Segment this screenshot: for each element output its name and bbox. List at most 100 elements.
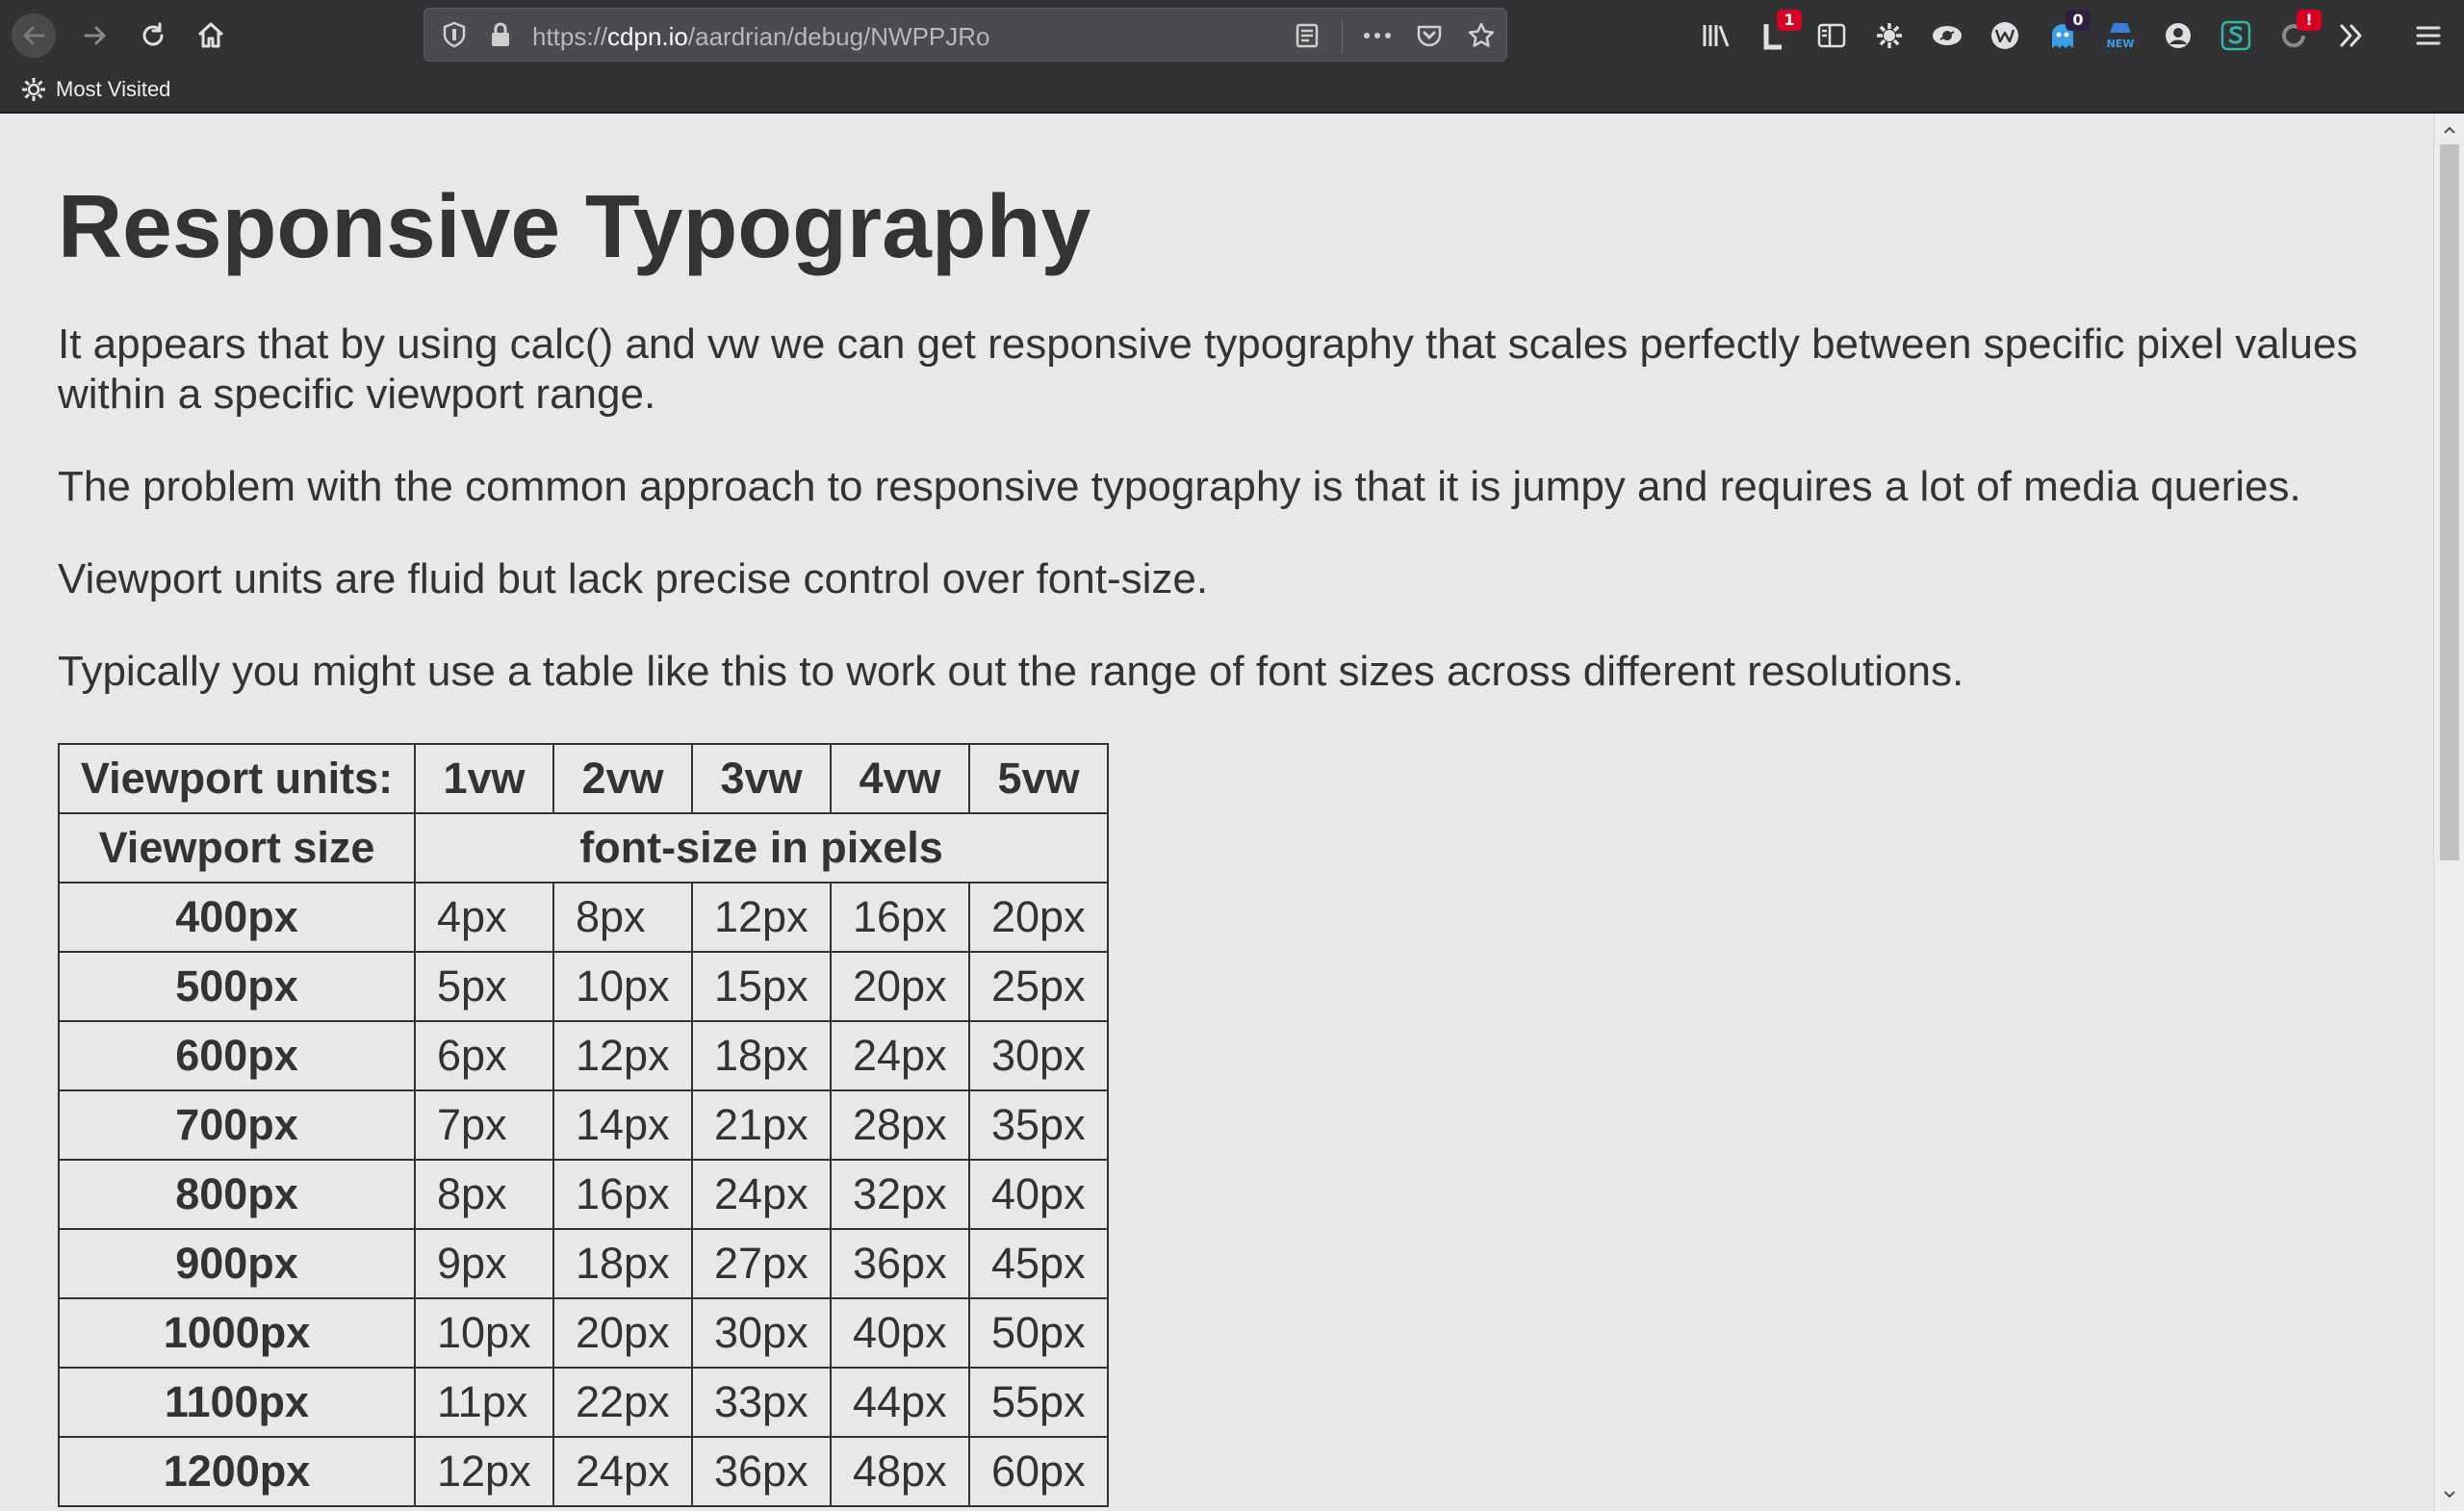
- page-viewport: Responsive Typography It appears that by…: [0, 114, 2433, 1511]
- viewport-size-cell: 1000px: [58, 1297, 416, 1369]
- url-text[interactable]: https://cdpn.io/aardrian/debug/NWPPJRo: [532, 22, 990, 52]
- viewport-size-cell: 900px: [58, 1228, 416, 1299]
- reload-button[interactable]: [131, 13, 175, 58]
- pocket-icon: [1417, 25, 1442, 47]
- eye-extension-icon[interactable]: [1925, 13, 1969, 58]
- settings-extension-icon[interactable]: [1867, 13, 1912, 58]
- font-size-cell: 40px: [968, 1159, 1109, 1230]
- lock-icon[interactable]: [484, 18, 517, 51]
- address-bar[interactable]: https://cdpn.io/aardrian/debug/NWPPJRo: [424, 8, 1507, 62]
- viewport-size-cell: 500px: [58, 951, 416, 1022]
- scrollbar-thumb[interactable]: [2440, 144, 2459, 860]
- hamburger-icon: [2416, 26, 2441, 45]
- table-body: 400px 4px 8px 12px 16px 20px 500px 5px 10px 15px 2…: [58, 882, 1109, 1507]
- scroll-up-arrow-icon[interactable]: [2434, 117, 2464, 142]
- viewport-size-cell: 400px: [58, 882, 416, 953]
- font-size-cell: 12px: [414, 1436, 554, 1507]
- navigation-toolbar: https://cdpn.io/aardrian/debug/NWPPJRo 1…: [0, 0, 2464, 71]
- font-size-cell: 20px: [830, 951, 970, 1022]
- font-size-cell: 12px: [691, 882, 832, 953]
- scroll-down-arrow-icon[interactable]: [2434, 1482, 2464, 1507]
- viewport-units-paragraph: Viewport units are fluid but lack precis…: [58, 555, 1209, 602]
- sync-extension-icon[interactable]: !: [2272, 10, 2322, 58]
- viewport-size-cell: 600px: [58, 1020, 416, 1091]
- table-row: 700px 7px 14px 21px 28px 35px: [58, 1089, 1109, 1161]
- library-icon[interactable]: [1694, 13, 1738, 58]
- overflow-chevron-icon[interactable]: [2329, 13, 2374, 58]
- viewport-size-cell: 1100px: [58, 1367, 416, 1438]
- table-row: 800px 8px 16px 24px 32px 40px: [58, 1159, 1109, 1230]
- font-size-cell: 25px: [968, 951, 1109, 1022]
- table-row: 500px 5px 10px 15px 20px 25px: [58, 951, 1109, 1022]
- table-row: 1200px 12px 24px 36px 48px 60px: [58, 1436, 1109, 1507]
- font-size-cell: 5px: [414, 951, 554, 1022]
- viewport-size-cell: 1200px: [58, 1436, 416, 1507]
- reload-icon: [142, 22, 164, 46]
- font-size-cell: 20px: [968, 882, 1109, 953]
- font-size-cell: 18px: [691, 1020, 832, 1091]
- bookmarks-toolbar: Most Visited: [0, 71, 2464, 114]
- subheader-cell: font-size in pixels: [414, 812, 1109, 884]
- pocket-button[interactable]: [1412, 18, 1447, 53]
- s-extension-icon[interactable]: [2214, 13, 2258, 58]
- font-size-cell: 18px: [552, 1228, 693, 1299]
- hamburger-menu-button[interactable]: [2406, 13, 2451, 58]
- w-extension-icon[interactable]: [1983, 13, 2027, 58]
- vertical-scrollbar[interactable]: [2433, 114, 2464, 1511]
- header-cell: 1vw: [414, 743, 554, 814]
- font-size-cell: 20px: [552, 1297, 693, 1369]
- new-extension-icon[interactable]: NEW: [2098, 13, 2143, 58]
- reader-view-icon: [1296, 23, 1319, 48]
- font-size-cell: 60px: [968, 1436, 1109, 1507]
- page-content: Responsive Typography It appears that by…: [58, 114, 2406, 1507]
- header-cell: 4vw: [830, 743, 970, 814]
- lastpass-icon[interactable]: 1: [1752, 10, 1802, 58]
- forward-button[interactable]: [73, 13, 117, 58]
- sync-badge: !: [2297, 10, 2322, 31]
- url-prefix: https://: [532, 22, 608, 51]
- font-size-cell: 36px: [830, 1228, 970, 1299]
- font-size-cell: 32px: [830, 1159, 970, 1230]
- extensions-toolbar: 1 0 NEW !: [1694, 10, 2387, 58]
- font-size-cell: 15px: [691, 951, 832, 1022]
- back-button[interactable]: [12, 13, 56, 58]
- table-header-row: Viewport units: 1vw 2vw 3vw 4vw 5vw: [58, 743, 1109, 814]
- font-size-cell: 30px: [968, 1020, 1109, 1091]
- home-button[interactable]: [189, 13, 233, 58]
- lastpass-badge: 1: [1777, 10, 1802, 31]
- account-icon[interactable]: [2156, 13, 2200, 58]
- font-size-cell: 6px: [414, 1020, 554, 1091]
- bookmark-star-button[interactable]: [1464, 18, 1499, 53]
- font-size-cell: 22px: [552, 1367, 693, 1438]
- font-size-cell: 45px: [968, 1228, 1109, 1299]
- font-size-cell: 11px: [414, 1367, 554, 1438]
- header-cell: 3vw: [691, 743, 832, 814]
- page-actions-button[interactable]: [1360, 18, 1395, 53]
- font-size-cell: 14px: [552, 1089, 693, 1161]
- font-size-cell: 28px: [830, 1089, 970, 1161]
- ghost-extension-icon[interactable]: 0: [2040, 10, 2091, 58]
- font-size-cell: 36px: [691, 1436, 832, 1507]
- font-size-cell: 24px: [830, 1020, 970, 1091]
- reader-view-button[interactable]: [1290, 18, 1324, 53]
- home-icon: [197, 22, 224, 48]
- font-size-cell: 27px: [691, 1228, 832, 1299]
- viewport-size-cell: 700px: [58, 1089, 416, 1161]
- font-size-cell: 21px: [691, 1089, 832, 1161]
- font-size-cell: 55px: [968, 1367, 1109, 1438]
- font-size-table: Viewport units: 1vw 2vw 3vw 4vw 5vw View…: [58, 743, 1109, 1507]
- font-size-cell: 44px: [830, 1367, 970, 1438]
- arrow-left-icon: [23, 26, 45, 45]
- font-size-cell: 16px: [552, 1159, 693, 1230]
- font-size-cell: 8px: [414, 1159, 554, 1230]
- table-row: 1000px 10px 20px 30px 40px 50px: [58, 1297, 1109, 1369]
- tracking-protection-icon[interactable]: [438, 18, 471, 51]
- bookmark-most-visited[interactable]: Most Visited: [21, 77, 170, 102]
- font-size-cell: 10px: [552, 951, 693, 1022]
- viewport-size-cell: 800px: [58, 1159, 416, 1230]
- sidebar-icon[interactable]: [1810, 13, 1854, 58]
- font-size-cell: 33px: [691, 1367, 832, 1438]
- font-size-cell: 35px: [968, 1089, 1109, 1161]
- arrow-right-icon: [84, 26, 106, 45]
- font-size-cell: 16px: [830, 882, 970, 953]
